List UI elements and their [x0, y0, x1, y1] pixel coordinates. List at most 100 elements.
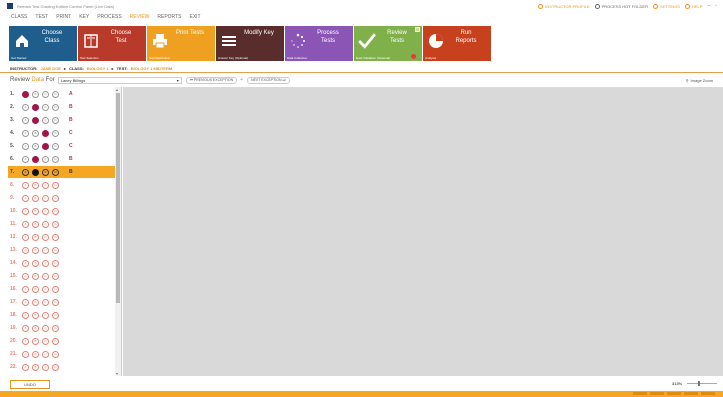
- answer-bubble-b[interactable]: B: [32, 155, 39, 163]
- question-row[interactable]: 2. A B C D B: [8, 101, 116, 113]
- answer-bubble-c[interactable]: C: [42, 155, 49, 163]
- answer-bubble-d[interactable]: D: [52, 337, 59, 345]
- answer-bubble-c[interactable]: C: [42, 116, 49, 124]
- zoom-slider-handle[interactable]: [698, 381, 700, 386]
- answer-scrollbar[interactable]: ▴ ▾: [115, 87, 121, 376]
- answer-bubble-a[interactable]: A: [22, 285, 29, 293]
- answer-bubble-a[interactable]: A: [22, 194, 29, 202]
- question-row[interactable]: 16. A B C D: [8, 283, 116, 295]
- test-value[interactable]: BIOLOGY 1 MIDTERM: [131, 66, 172, 71]
- answer-bubble-a[interactable]: A: [22, 350, 29, 358]
- answer-bubble-d[interactable]: D: [52, 350, 59, 358]
- question-row[interactable]: 1. A B C D A: [8, 88, 116, 100]
- question-row[interactable]: 7. A B C D B: [8, 166, 116, 178]
- process-hot-folder-link[interactable]: PROCESS HOT FOLDER: [594, 3, 648, 9]
- question-row[interactable]: 20. A B C D: [8, 335, 116, 347]
- answer-bubble-d[interactable]: D: [52, 220, 59, 228]
- answer-bubble-d[interactable]: D: [52, 285, 59, 293]
- answer-bubble-c[interactable]: C: [42, 142, 49, 150]
- menu-exit[interactable]: EXIT: [189, 14, 200, 20]
- answer-bubble-a[interactable]: A: [22, 129, 29, 137]
- answer-bubble-a[interactable]: A: [22, 233, 29, 241]
- answer-bubble-a[interactable]: A: [22, 311, 29, 319]
- answer-bubble-b[interactable]: B: [32, 285, 39, 293]
- ribbon-tile-print-tests[interactable]: Print Tests Test Distribution: [147, 26, 215, 61]
- answer-bubble-b[interactable]: B: [32, 324, 39, 332]
- question-row[interactable]: 19. A B C D: [8, 322, 116, 334]
- undo-button[interactable]: UNDO: [10, 380, 50, 389]
- answer-bubble-a[interactable]: A: [22, 298, 29, 306]
- answer-bubble-c[interactable]: C: [42, 181, 49, 189]
- answer-bubble-a[interactable]: A: [22, 259, 29, 267]
- settings-link[interactable]: SETTINGS: [652, 3, 680, 9]
- question-row[interactable]: 15. A B C D: [8, 270, 116, 282]
- answer-bubble-b[interactable]: B: [32, 116, 39, 124]
- answer-bubble-a[interactable]: A: [22, 103, 29, 111]
- answer-bubble-a[interactable]: A: [22, 116, 29, 124]
- answer-bubble-d[interactable]: D: [52, 116, 59, 124]
- answer-bubble-d[interactable]: D: [52, 298, 59, 306]
- instructor-profile-link[interactable]: INSTRUCTOR PROFILE: [538, 3, 590, 9]
- answer-bubble-c[interactable]: C: [42, 311, 49, 319]
- question-row[interactable]: 3. A B C D B: [8, 114, 116, 126]
- answer-bubble-b[interactable]: B: [32, 337, 39, 345]
- menu-review[interactable]: REVIEW: [130, 14, 150, 20]
- scroll-down-icon[interactable]: ▾: [116, 371, 118, 376]
- answer-bubble-d[interactable]: D: [52, 194, 59, 202]
- answer-bubble-b[interactable]: B: [32, 233, 39, 241]
- answer-bubble-c[interactable]: C: [42, 103, 49, 111]
- answer-bubble-d[interactable]: D: [52, 233, 59, 241]
- answer-bubble-b[interactable]: B: [32, 90, 39, 98]
- answer-bubble-a[interactable]: A: [22, 155, 29, 163]
- answer-bubble-c[interactable]: C: [42, 246, 49, 254]
- answer-bubble-a[interactable]: A: [22, 207, 29, 215]
- answer-bubble-d[interactable]: D: [52, 181, 59, 189]
- scroll-up-icon[interactable]: ▴: [116, 87, 118, 92]
- ribbon-tile-review-tests[interactable]: Review Tests Data Validation (Optional): [354, 26, 422, 61]
- answer-bubble-b[interactable]: B: [32, 350, 39, 358]
- question-row[interactable]: 8. A B C D: [8, 179, 116, 191]
- answer-bubble-c[interactable]: C: [42, 194, 49, 202]
- question-row[interactable]: 22. A B C D: [8, 361, 116, 373]
- answer-bubble-d[interactable]: D: [52, 168, 59, 176]
- answer-bubble-b[interactable]: B: [32, 311, 39, 319]
- answer-bubble-a[interactable]: A: [22, 337, 29, 345]
- instructor-value[interactable]: JANE DOE: [40, 66, 60, 71]
- answer-bubble-b[interactable]: B: [32, 194, 39, 202]
- menu-reports[interactable]: REPORTS: [157, 14, 181, 20]
- question-row[interactable]: 12. A B C D: [8, 231, 116, 243]
- question-row[interactable]: 17. A B C D: [8, 296, 116, 308]
- answer-bubble-c[interactable]: C: [42, 350, 49, 358]
- answer-bubble-a[interactable]: A: [22, 90, 29, 98]
- answer-bubble-d[interactable]: D: [52, 363, 59, 371]
- menu-process[interactable]: PROCESS: [97, 14, 121, 20]
- answer-bubble-d[interactable]: D: [52, 311, 59, 319]
- answer-bubble-b[interactable]: B: [32, 259, 39, 267]
- answer-bubble-b[interactable]: B: [32, 181, 39, 189]
- answer-bubble-d[interactable]: D: [52, 155, 59, 163]
- ribbon-tile-process-tests[interactable]: Process Tests Data Collection: [285, 26, 353, 61]
- answer-bubble-b[interactable]: B: [32, 129, 39, 137]
- answer-bubble-a[interactable]: A: [22, 272, 29, 280]
- answer-bubble-a[interactable]: A: [22, 324, 29, 332]
- answer-bubble-b[interactable]: B: [32, 103, 39, 111]
- answer-bubble-b[interactable]: B: [32, 246, 39, 254]
- answer-bubble-c[interactable]: C: [42, 272, 49, 280]
- restore-icon[interactable]: ▫: [715, 3, 717, 9]
- answer-bubble-c[interactable]: C: [42, 259, 49, 267]
- menu-test[interactable]: TEST: [35, 14, 48, 20]
- answer-bubble-d[interactable]: D: [52, 129, 59, 137]
- menu-key[interactable]: KEY: [79, 14, 89, 20]
- question-row[interactable]: 13. A B C D: [8, 244, 116, 256]
- answer-bubble-c[interactable]: C: [42, 168, 49, 176]
- question-row[interactable]: 4. A B C D C: [8, 127, 116, 139]
- answer-bubble-c[interactable]: C: [42, 337, 49, 345]
- scroll-thumb[interactable]: [116, 93, 120, 303]
- answer-bubble-c[interactable]: C: [42, 233, 49, 241]
- answer-bubble-c[interactable]: C: [42, 363, 49, 371]
- answer-bubble-c[interactable]: C: [42, 285, 49, 293]
- answer-bubble-d[interactable]: D: [52, 259, 59, 267]
- answer-bubble-b[interactable]: B: [32, 363, 39, 371]
- ribbon-tile-run-reports[interactable]: Run Reports Analysis: [423, 26, 491, 61]
- menu-print[interactable]: PRINT: [56, 14, 71, 20]
